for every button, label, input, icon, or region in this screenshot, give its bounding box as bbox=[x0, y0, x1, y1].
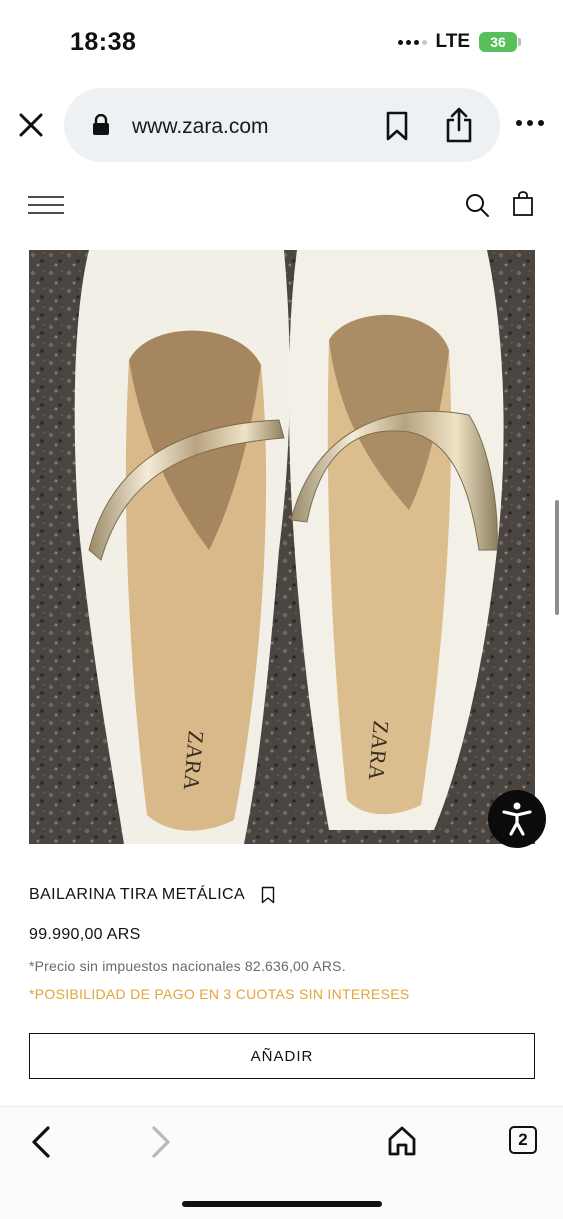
menu-icon[interactable] bbox=[28, 194, 64, 216]
site-header bbox=[0, 180, 563, 230]
forward-icon[interactable] bbox=[150, 1125, 172, 1159]
product-name-row: BAILARINA TIRA METÁLICA bbox=[29, 880, 535, 910]
close-icon[interactable] bbox=[16, 110, 46, 140]
add-to-cart-button[interactable]: AÑADIR bbox=[29, 1033, 535, 1079]
back-icon[interactable] bbox=[30, 1125, 52, 1159]
home-icon[interactable] bbox=[386, 1125, 418, 1157]
share-icon[interactable] bbox=[444, 106, 474, 144]
url-field[interactable]: www.zara.com bbox=[64, 88, 500, 162]
status-bar: 18:38 LTE 36 bbox=[0, 0, 563, 84]
battery-level: 36 bbox=[490, 34, 506, 50]
lock-icon bbox=[93, 114, 109, 135]
shopping-bag-icon[interactable] bbox=[512, 191, 534, 217]
status-time: 18:38 bbox=[70, 28, 137, 56]
promo-note: *POSIBILIDAD DE PAGO EN 3 CUOTAS SIN INT… bbox=[29, 986, 410, 1002]
accessibility-button[interactable] bbox=[488, 790, 546, 848]
home-indicator[interactable] bbox=[182, 1201, 382, 1207]
bookmark-icon[interactable] bbox=[261, 886, 275, 904]
network-label: LTE bbox=[435, 31, 470, 52]
search-icon[interactable] bbox=[464, 192, 490, 218]
tabs-icon[interactable]: 2 bbox=[509, 1126, 537, 1154]
browser-address-bar: www.zara.com bbox=[0, 84, 563, 164]
signal-icon bbox=[397, 39, 427, 45]
url-text: www.zara.com bbox=[132, 115, 269, 138]
tax-note: *Precio sin impuestos nacionales 82.636,… bbox=[29, 958, 346, 974]
tabs-count: 2 bbox=[518, 1130, 528, 1149]
more-icon[interactable] bbox=[514, 118, 546, 128]
product-image[interactable]: ZARA ZARA bbox=[29, 250, 535, 844]
brand-print-left: ZARA bbox=[179, 730, 209, 792]
product-photo: ZARA ZARA bbox=[29, 250, 535, 844]
page-scrollbar[interactable] bbox=[555, 500, 559, 615]
accessibility-icon bbox=[502, 802, 532, 836]
status-indicators: LTE 36 bbox=[397, 31, 521, 53]
product-info: BAILARINA TIRA METÁLICA 99.990,00 ARS *P… bbox=[29, 880, 535, 1002]
battery-icon: 36 bbox=[479, 32, 521, 52]
bookmark-icon[interactable] bbox=[384, 111, 410, 141]
product-price: 99.990,00 ARS bbox=[29, 926, 141, 943]
brand-print-right: ZARA bbox=[364, 720, 394, 782]
product-name: BAILARINA TIRA METÁLICA bbox=[29, 886, 246, 903]
